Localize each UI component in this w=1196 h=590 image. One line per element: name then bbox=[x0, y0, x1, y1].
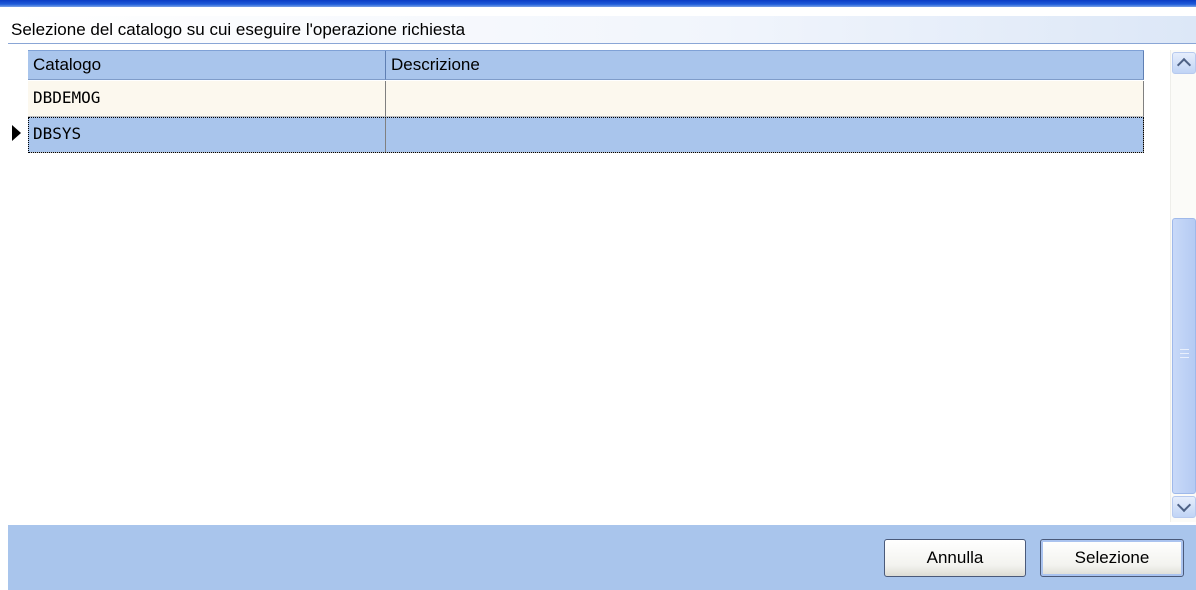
row-selector-strip bbox=[8, 45, 28, 525]
grip-icon bbox=[1180, 349, 1189, 358]
cell-descrizione[interactable] bbox=[386, 117, 1144, 153]
dialog-footer: Annulla Selezione bbox=[8, 525, 1196, 590]
cancel-button[interactable]: Annulla bbox=[884, 539, 1026, 577]
grid-header-row: Catalogo Descrizione bbox=[28, 50, 1144, 80]
table-row[interactable]: DBDEMOG bbox=[28, 81, 1144, 117]
chevron-up-icon bbox=[1176, 57, 1192, 73]
scrollbar-thumb[interactable] bbox=[1172, 218, 1196, 494]
cell-descrizione[interactable] bbox=[386, 81, 1144, 117]
dialog-caption: Selezione del catalogo su cui eseguire l… bbox=[8, 16, 1196, 44]
column-header-descrizione[interactable]: Descrizione bbox=[386, 51, 1144, 80]
chevron-down-icon bbox=[1176, 497, 1192, 513]
cell-catalogo[interactable]: DBDEMOG bbox=[28, 81, 386, 117]
vertical-scrollbar[interactable] bbox=[1170, 50, 1196, 522]
table-row-selected[interactable]: DBSYS bbox=[28, 117, 1144, 153]
cell-catalogo[interactable]: DBSYS bbox=[28, 117, 386, 153]
current-row-arrow-icon bbox=[12, 125, 21, 141]
window-top-border bbox=[0, 0, 1196, 7]
scroll-down-button[interactable] bbox=[1172, 496, 1196, 518]
catalog-selection-dialog: Selezione del catalogo su cui eseguire l… bbox=[0, 0, 1196, 590]
scroll-up-button[interactable] bbox=[1172, 52, 1196, 74]
select-button[interactable]: Selezione bbox=[1040, 539, 1184, 577]
catalog-grid: Catalogo Descrizione DBDEMOG DBSYS bbox=[28, 50, 1144, 153]
column-header-catalogo[interactable]: Catalogo bbox=[28, 51, 386, 80]
